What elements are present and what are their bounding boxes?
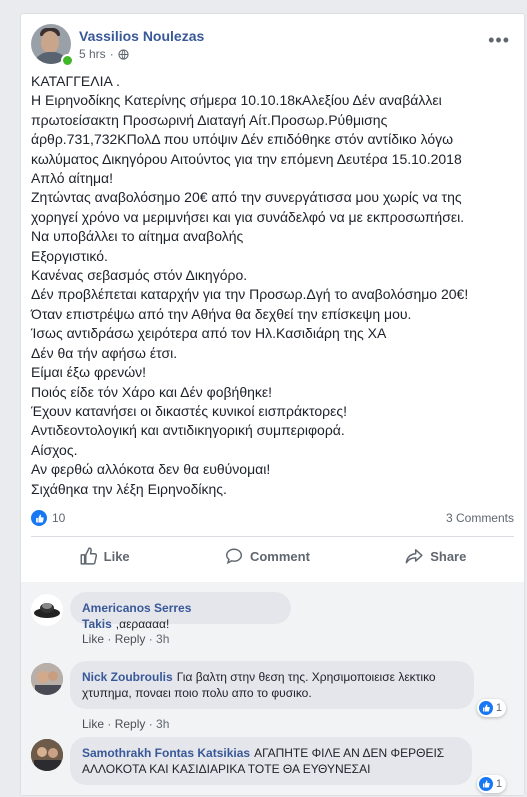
post-text-line: Απλό αίτημα! <box>31 170 114 187</box>
post-text-line: Αν φερθώ αλλόκοτα δεν θα ευθύνομαι! <box>31 461 271 478</box>
post-text-line: ΚΑΤΑΓΓΕΛΙΑ . <box>31 73 120 89</box>
comment-bubble-icon <box>225 548 242 565</box>
post-text-line: άρθρ.731,732ΚΠολΔ που υπόψιν Δέν επιδόθη… <box>31 131 454 148</box>
post-card: Vassilios Noulezas 5 hrs · ••• ΚΑΤΑΓΓΕΛΙ… <box>20 13 525 796</box>
comment-reaction-badge[interactable]: 1 <box>476 699 506 717</box>
post-text-line: Αντιδεοντολογική και αντιδικηγορική συμπ… <box>31 422 345 439</box>
comment-bubble: Nick Zoubroulis Για βαλτη στην θεση της. … <box>70 661 474 709</box>
post-text-line: Η Ειρηνοδίκης Κατερίνης σήμερα 10.10.18κ… <box>31 92 442 109</box>
comment-bubble: Samothrakh Fontas Katsikias ΑΓΑΠΗΤΕ ΦΙΛΕ … <box>70 737 472 785</box>
comment-reaction-badge[interactable]: 1 <box>476 775 506 793</box>
divider <box>31 536 514 537</box>
comments-count[interactable]: 3 Comments <box>446 511 514 525</box>
comment-links: Like · Reply · 3h <box>82 632 170 646</box>
comment-reply-link[interactable]: Reply <box>115 632 146 646</box>
post-meta: 5 hrs · <box>79 47 129 61</box>
post-text-line: Να υποβάλλει το αίτημα αναβολής <box>31 228 244 245</box>
post-text-line: χορηγεί χρόνο να μεριμνήσει και για συνά… <box>31 208 465 225</box>
likes-count[interactable]: 10 <box>52 511 65 525</box>
comment-text: ,αεραααα! <box>115 617 170 631</box>
post-text-line: Δέν προβλέπεται καταρχήν για την Προσωρ.… <box>31 286 469 303</box>
post-text-line: Έχουν κατανήσει οι δικαστές κυνικοί εισπ… <box>31 402 348 419</box>
thumbs-up-icon <box>80 547 97 565</box>
like-label: Like <box>103 548 130 564</box>
post-actions: Like Comment Share <box>31 541 514 571</box>
post-body: ΚΑΤΑΓΓΕΛΙΑ . Η Ειρηνοδίκης Κατερίνης σήμε… <box>31 72 514 499</box>
post-text-line: Ποιός είδε τόν Χάρο και Δέν φοβήθηκε! <box>31 383 273 400</box>
post-text-line: πρωτοείσακτη Προσωρινή Διαταγή Αίτ.Προσω… <box>31 111 388 128</box>
post-text-line: Είμαι έξω φρενών! <box>31 364 147 381</box>
comment-item: Samothrakh Fontas Katsikias ΑΓΑΠΗΤΕ ΦΙΛΕ … <box>31 737 514 797</box>
post-text-line: Σιχάθηκα την λέξη Ειρηνοδίκης. <box>31 480 227 497</box>
comment-links: Like · Reply · 3h <box>82 717 170 731</box>
post-text-line: Αίσχος. <box>31 441 78 458</box>
post-author[interactable]: Vassilios Noulezas <box>79 28 204 44</box>
post-stats: 10 3 Comments <box>31 509 514 529</box>
globe-icon[interactable] <box>118 48 129 60</box>
post-text-line: Όταν επιστρέψω από την Αθήνα θα δεχθεί τ… <box>31 305 412 322</box>
comment-like-link[interactable]: Like <box>82 632 104 646</box>
like-button[interactable]: Like <box>79 547 130 565</box>
post-text-line: Ίσως αντιδράσω χειρότερα από τον Ηλ.Κασι… <box>31 325 387 342</box>
reaction-count: 1 <box>495 702 502 714</box>
reaction-count: 1 <box>495 778 502 790</box>
commenter-avatar[interactable] <box>31 663 63 695</box>
online-status-icon <box>61 54 74 67</box>
post-text-line: Ζητώντας αναβολόσημο 20€ από την συνεργά… <box>31 189 462 206</box>
share-label: Share <box>430 548 467 564</box>
like-reaction-icon[interactable] <box>31 510 47 526</box>
comment-label: Comment <box>249 548 310 564</box>
comment-item: Nick Zoubroulis Για βαλτη στην θεση της. … <box>31 661 514 731</box>
comment-time[interactable]: 3h <box>156 717 169 731</box>
more-options-icon[interactable]: ••• <box>488 30 510 51</box>
commenter-avatar[interactable] <box>31 739 63 771</box>
post-text-line: Εξοργιστικό. <box>31 247 108 264</box>
comment-like-link[interactable]: Like <box>82 717 104 731</box>
separator-dot: · <box>109 47 114 61</box>
comment-bubble: Americanos Serres Takis ,αεραααα! <box>70 592 291 631</box>
post-text-line: Δέν θα τήν αφήσω έτσι. <box>31 344 178 361</box>
post-text-line: Κανένας σεβασμός στόν Δικηγόρο. <box>31 267 248 284</box>
share-button[interactable]: Share <box>405 547 466 565</box>
comment-item: Americanos Serres Takis ,αεραααα! Like · … <box>31 592 514 652</box>
share-arrow-icon <box>405 549 423 564</box>
like-reaction-icon <box>478 701 493 715</box>
post-time[interactable]: 5 hrs <box>79 47 106 61</box>
comments-section: Americanos Serres Takis ,αεραααα! Like · … <box>21 582 524 795</box>
comment-button[interactable]: Comment <box>225 547 310 565</box>
comment-author[interactable]: Nick Zoubroulis <box>82 670 173 684</box>
post-text-line: κωλύματος Δικηγόρου Αιτούντος για την επ… <box>31 150 462 167</box>
comment-reply-link[interactable]: Reply <box>115 717 146 731</box>
post-header: Vassilios Noulezas 5 hrs · ••• <box>31 24 514 68</box>
like-reaction-icon <box>478 777 493 791</box>
comment-time[interactable]: 3h <box>156 632 169 646</box>
commenter-avatar[interactable] <box>31 594 63 626</box>
comment-author[interactable]: Samothrakh Fontas Katsikias <box>82 746 250 760</box>
